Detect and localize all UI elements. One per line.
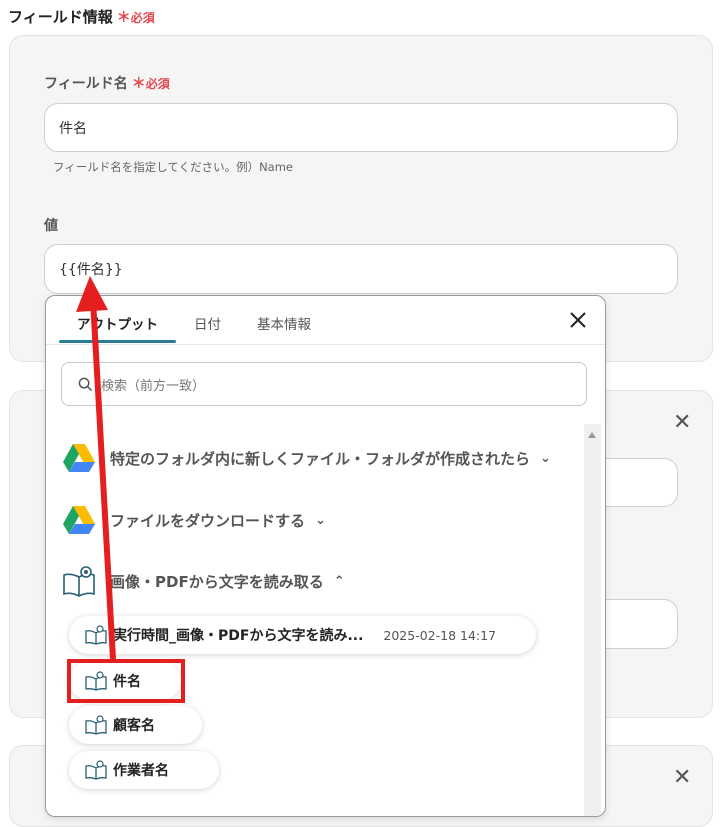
group-drive-trigger-label: 特定のフォルダ内に新しくファイル・フォルダが作成されたら	[110, 449, 531, 468]
chip-timestamp: 2025-02-18 14:17	[383, 627, 497, 643]
value-input[interactable]: {{件名}}	[44, 244, 678, 294]
chip-label: 作業者名	[113, 763, 169, 779]
variable-chip-customer[interactable]: 顧客名	[69, 706, 202, 744]
variable-chip-worker[interactable]: 作業者名	[69, 751, 219, 789]
field-name-required-mark: ＊	[131, 76, 146, 92]
section-title: フィールド情報 ＊必須	[8, 6, 155, 27]
group-ocr-label: 画像・PDFから文字を読み取る	[110, 572, 324, 591]
highlight-box	[67, 659, 185, 703]
search-icon	[78, 377, 93, 391]
field-name-label: フィールド名 ＊必須	[44, 73, 170, 93]
required-mark: ＊	[116, 10, 131, 26]
chip-label: 顧客名	[113, 718, 155, 734]
chevron-up-icon: ⌃	[333, 573, 345, 589]
field-name-input[interactable]: 件名	[44, 103, 678, 152]
close-icon[interactable]: ✕	[673, 767, 691, 789]
close-icon[interactable]	[568, 310, 588, 334]
google-drive-icon	[62, 441, 96, 475]
ocr-book-icon	[85, 624, 107, 646]
tab-date[interactable]: 日付	[194, 313, 221, 333]
field-name-input-value: 件名	[59, 120, 87, 137]
required-text: 必須	[130, 11, 155, 25]
chip-label: 実行時間_画像・PDFから文字を読み...	[113, 628, 364, 644]
chevron-down-icon: ⌄	[540, 450, 551, 466]
variable-chip-execution-time[interactable]: 実行時間_画像・PDFから文字を読み... 2025-02-18 14:17	[69, 616, 536, 654]
group-drive-download[interactable]: ファイルをダウンロードする ⌄	[62, 503, 326, 537]
value-input-value: {{件名}}	[59, 262, 123, 278]
ocr-book-icon	[85, 714, 107, 736]
field-name-label-text: フィールド名	[44, 76, 128, 92]
ocr-book-icon	[62, 564, 96, 598]
value-label: 値	[44, 218, 58, 234]
search-input[interactable]: 検索（前方一致）	[61, 362, 587, 406]
tab-basic-info[interactable]: 基本情報	[257, 313, 311, 333]
group-ocr[interactable]: 画像・PDFから文字を読み取る ⌃	[62, 564, 345, 598]
scroll-up-arrow[interactable]	[588, 432, 596, 438]
ocr-book-icon	[85, 759, 107, 781]
field-name-hint: フィールド名を指定してください。例）Name	[53, 160, 294, 174]
google-drive-icon	[62, 503, 96, 537]
scrollbar[interactable]	[584, 424, 601, 816]
group-drive-download-label: ファイルをダウンロードする	[110, 511, 306, 530]
dropdown-tabs: アウトプット 日付 基本情報	[46, 296, 605, 345]
close-icon[interactable]: ✕	[673, 412, 691, 434]
active-tab-indicator	[59, 340, 176, 343]
chevron-down-icon: ⌄	[315, 512, 326, 528]
group-drive-trigger[interactable]: 特定のフォルダ内に新しくファイル・フォルダが作成されたら ⌄	[62, 441, 551, 475]
section-title-text: フィールド情報	[8, 8, 113, 26]
search-placeholder: 検索（前方一致）	[101, 378, 206, 394]
field-name-required-text: 必須	[145, 77, 170, 91]
tab-output[interactable]: アウトプット	[77, 313, 158, 333]
